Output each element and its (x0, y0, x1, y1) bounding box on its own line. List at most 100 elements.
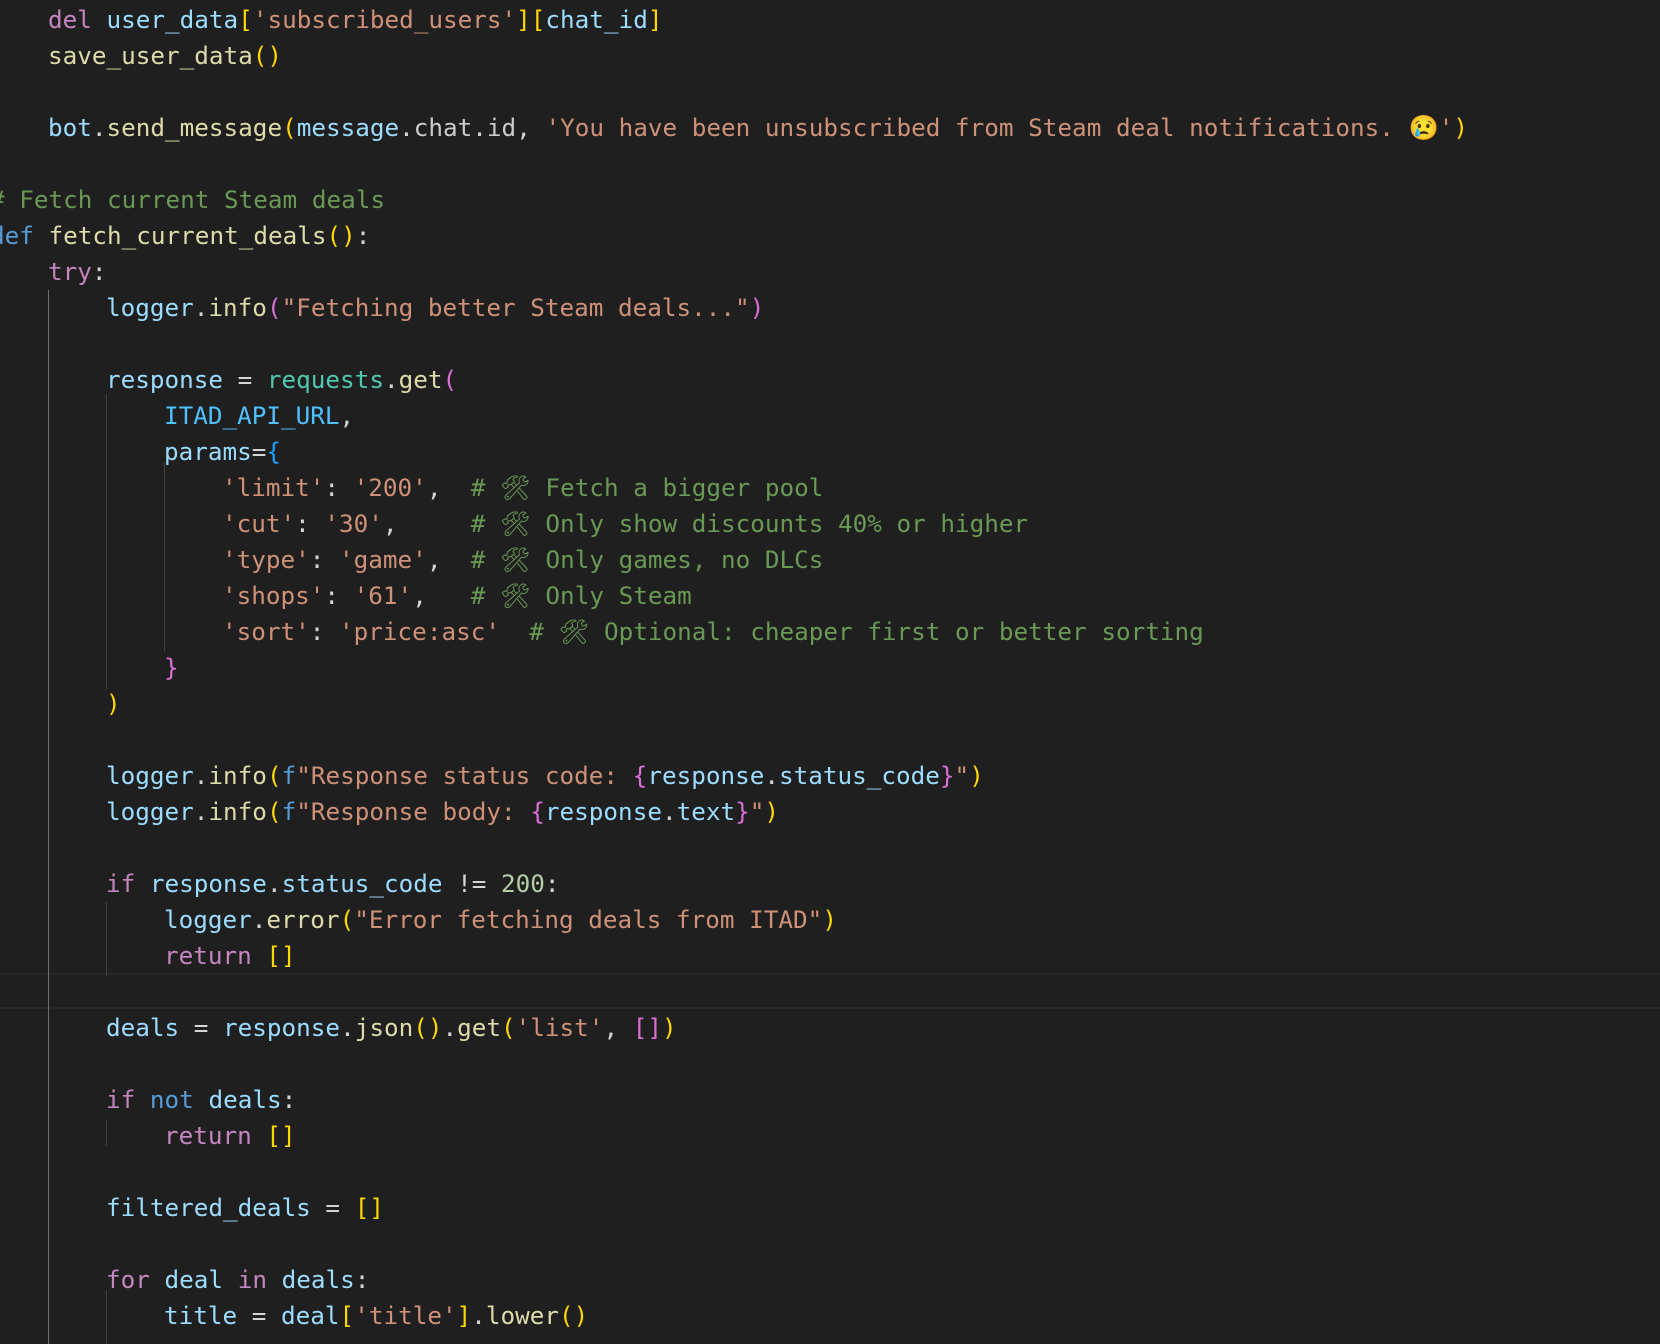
code-token: "Fetching better Steam deals..." (281, 293, 750, 322)
code-token: "Response status code: (296, 761, 633, 790)
code-line[interactable]: return [] (164, 938, 296, 974)
code-token: error (266, 905, 340, 934)
code-token: info (208, 293, 267, 322)
code-line[interactable]: # Fetch current Steam deals (0, 182, 385, 218)
code-line[interactable]: params={ (164, 434, 281, 470)
code-line[interactable]: response = requests.get( (106, 362, 457, 398)
code-line[interactable]: def fetch_current_deals(): (0, 218, 370, 254)
code-token: [] (632, 1013, 662, 1042)
code-token: . (472, 113, 487, 142)
code-token: get (398, 365, 443, 394)
code-line[interactable]: if response.status_code != 200: (106, 866, 560, 902)
code-token: deals (281, 1265, 355, 1294)
code-token: . (193, 797, 209, 826)
code-token: . (764, 761, 779, 790)
code-line[interactable]: logger.info("Fetching better Steam deals… (106, 290, 764, 326)
code-token: : (544, 869, 560, 898)
code-token: } (735, 797, 750, 826)
code-line[interactable]: 'cut': '30', # 🛠 Only show discounts 40%… (222, 506, 1028, 542)
code-token: , (339, 401, 355, 430)
code-line[interactable]: 'type': 'game', # 🛠 Only games, no DLCs (222, 542, 823, 578)
indent-guide (106, 394, 107, 690)
code-line[interactable]: ) (106, 686, 121, 722)
code-token: ITAD_API_URL (164, 401, 340, 430)
code-token: . (193, 293, 209, 322)
code-line[interactable]: 'limit': '200', # 🛠 Fetch a bigger pool (222, 470, 823, 506)
code-token: , (516, 113, 546, 142)
code-line[interactable]: logger.info(f"Response status code: {res… (106, 758, 984, 794)
code-line[interactable]: save_user_data() (48, 38, 282, 74)
code-line[interactable]: filtered_deals = [] (106, 1190, 384, 1226)
code-line[interactable]: for deal in deals: (106, 1262, 369, 1298)
code-token: logger (106, 761, 194, 790)
code-token: 'sort' (222, 617, 310, 646)
code-token: : (295, 509, 325, 538)
code-token: chat_id (545, 5, 648, 34)
code-token: response (223, 1013, 341, 1042)
code-line[interactable]: ITAD_API_URL, (164, 398, 354, 434)
code-token: response (647, 761, 765, 790)
code-token: : (354, 1265, 370, 1294)
code-token: : (324, 473, 354, 502)
code-token: [ (530, 5, 546, 34)
code-line[interactable]: logger.info(f"Response body: {response.t… (106, 794, 779, 830)
code-line[interactable]: logger.error("Error fetching deals from … (164, 902, 837, 938)
code-line[interactable]: del user_data['subscribed_users'][chat_i… (48, 2, 662, 38)
code-token: # 🛠 Optional: cheaper first or better so… (529, 617, 1204, 646)
code-token: # 🛠 Fetch a bigger pool (470, 473, 824, 502)
code-line[interactable]: 'sort': 'price:asc' # 🛠 Optional: cheape… (222, 614, 1204, 650)
code-token: "Response body: (296, 797, 531, 826)
code-line[interactable]: 'shops': '61', # 🛠 Only Steam (222, 578, 692, 614)
indent-guide (164, 462, 165, 652)
code-line[interactable]: deals = response.json().get('list', []) (106, 1010, 677, 1046)
code-token: : (91, 257, 107, 286)
code-token: [ (339, 1301, 355, 1330)
code-token: ( (282, 113, 297, 142)
code-token: def (0, 221, 34, 250)
code-token: deal (164, 1265, 224, 1294)
code-token: bot (48, 113, 92, 142)
code-token: 'game' (339, 545, 427, 574)
code-line[interactable]: return [] (164, 1118, 296, 1154)
code-token: lower (485, 1301, 560, 1330)
code-token: response (106, 365, 224, 394)
code-editor[interactable]: del user_data['subscribed_users'][chat_i… (0, 0, 1660, 1344)
code-line[interactable]: if not deals: (106, 1082, 296, 1118)
code-token: response (149, 869, 267, 898)
code-token: = (310, 1193, 355, 1222)
code-token: logger (106, 797, 194, 826)
code-token: del (48, 5, 92, 34)
code-token: save_user_data (48, 41, 253, 70)
code-line[interactable]: title = deal['title'].lower() (164, 1298, 588, 1334)
code-token: if (106, 1085, 136, 1114)
code-token: ( (339, 905, 355, 934)
code-token: () (413, 1013, 443, 1042)
code-token: message (296, 113, 400, 142)
code-token: , (426, 473, 471, 502)
code-line[interactable]: bot.send_message(message.chat.id, 'You h… (48, 110, 1468, 146)
code-token: . (193, 761, 209, 790)
code-line[interactable]: try: (48, 254, 107, 290)
code-token: ) (106, 689, 121, 718)
code-token: [] (354, 1193, 384, 1222)
code-token: : (281, 1085, 297, 1114)
code-token: " (954, 761, 970, 790)
code-token: [] (266, 1121, 296, 1150)
code-token: status_code (778, 761, 940, 790)
code-token: 'list' (515, 1013, 604, 1042)
code-token: ( (266, 293, 282, 322)
code-token: ( (501, 1013, 516, 1042)
code-token: 'type' (222, 545, 310, 574)
code-token: " (749, 797, 765, 826)
code-token: : (309, 545, 340, 574)
indent-guide (106, 1290, 107, 1344)
code-token: . (251, 905, 267, 934)
code-line[interactable]: } (164, 650, 179, 686)
